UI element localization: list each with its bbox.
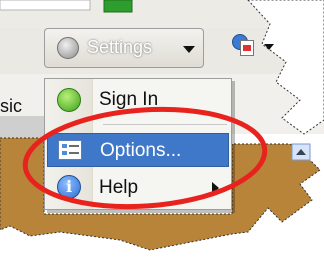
document-tools-button[interactable]	[226, 28, 286, 68]
menu-item-help[interactable]: i Help	[47, 171, 229, 205]
green-status-icon	[57, 88, 81, 112]
tab-fragment	[0, 116, 44, 140]
settings-label: Settings	[87, 37, 153, 57]
menu-item-options[interactable]: Options...	[47, 133, 229, 167]
globe-document-icon	[232, 32, 256, 58]
address-field-fragment	[0, 0, 91, 11]
settings-dropdown-menu: Sign In Options... i Help	[44, 78, 232, 210]
menu-item-label: Sign In	[99, 89, 159, 110]
menu-separator	[103, 124, 227, 125]
screenshot-scene: Settings sic Sign In Options... i Help	[0, 0, 324, 268]
settings-status-icon	[57, 37, 79, 59]
green-button-fragment	[103, 0, 133, 13]
options-icon	[58, 140, 82, 160]
chevron-down-icon	[183, 46, 195, 53]
menu-item-label: Options...	[100, 140, 182, 161]
menu-item-sign-in[interactable]: Sign In	[47, 83, 229, 117]
chevron-down-icon	[264, 44, 274, 50]
truncated-tab-text: sic	[0, 96, 22, 116]
submenu-arrow-icon	[212, 182, 219, 194]
menu-item-label: Help	[99, 177, 139, 198]
settings-button[interactable]: Settings	[44, 28, 204, 68]
info-icon: i	[57, 175, 81, 199]
